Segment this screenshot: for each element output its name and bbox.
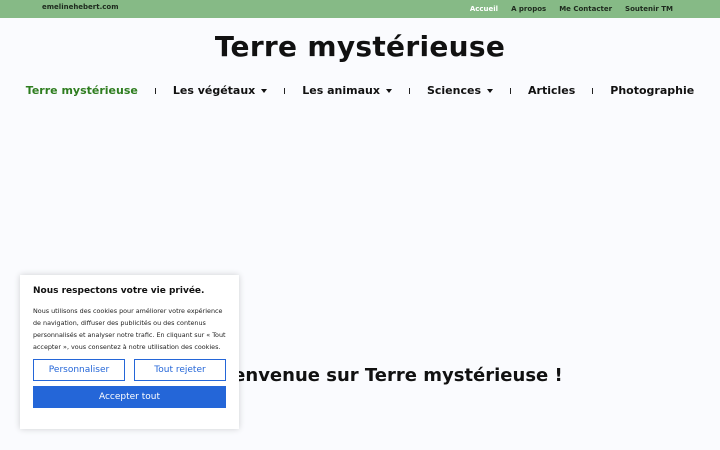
nav-item-label: Photographie (610, 84, 695, 97)
nav-item-articles[interactable]: Articles (511, 84, 592, 97)
top-link-soutenir[interactable]: Soutenir TM (625, 5, 673, 13)
cookie-text: Nous utilisons des cookies pour améliore… (33, 307, 226, 351)
nav-item-animaux[interactable]: Les animaux (285, 84, 409, 97)
accept-all-button[interactable]: Accepter tout (33, 386, 226, 408)
customize-button[interactable]: Personnaliser (33, 359, 125, 381)
reject-all-button[interactable]: Tout rejeter (134, 359, 226, 381)
nav-item-vegetaux[interactable]: Les végétaux (156, 84, 284, 97)
top-link-a-propos[interactable]: A propos (511, 5, 546, 13)
site-domain[interactable]: emelinehebert.com (42, 3, 119, 11)
nav-item-photographie[interactable]: Photographie (593, 84, 711, 97)
site-title[interactable]: Terre mystérieuse (0, 30, 720, 63)
cookie-consent-panel: Nous respectons votre vie privée. Nous u… (20, 275, 239, 429)
chevron-down-icon (385, 88, 392, 93)
top-link-contact[interactable]: Me Contacter (559, 5, 612, 13)
chevron-down-icon (261, 88, 268, 93)
cookie-button-row: Personnaliser Tout rejeter (33, 359, 226, 381)
nav-item-label: Sciences (426, 84, 481, 97)
nav-item-label: Terre mystérieuse (25, 84, 138, 97)
top-link-accueil[interactable]: Accueil (470, 5, 498, 13)
nav-item-home[interactable]: Terre mystérieuse (9, 84, 155, 97)
main-nav: Terre mystérieuse Les végétaux Les anima… (0, 84, 720, 97)
top-nav: Accueil A propos Me Contacter Soutenir T… (470, 5, 673, 13)
nav-item-label: Les végétaux (172, 84, 256, 97)
top-bar: emelinehebert.com Accueil A propos Me Co… (0, 0, 720, 18)
nav-item-label: Les animaux (302, 84, 380, 97)
nav-item-sciences[interactable]: Sciences (410, 84, 510, 97)
chevron-down-icon (487, 88, 493, 93)
nav-item-label: Articles (528, 84, 576, 97)
cookie-title: Nous respectons votre vie privée. (33, 286, 205, 296)
